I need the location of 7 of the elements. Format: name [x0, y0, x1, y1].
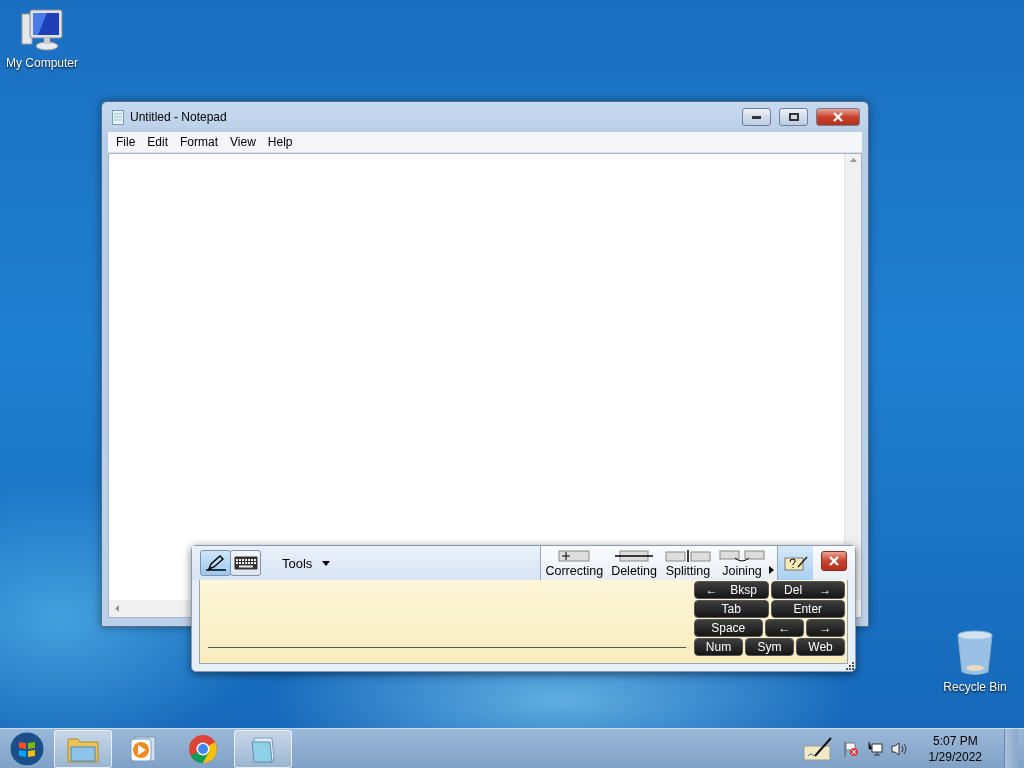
window-title: Untitled - Notepad: [130, 110, 228, 124]
clock-time: 5:07 PM: [932, 733, 978, 749]
gesture-label: Correcting: [545, 564, 604, 578]
gesture-label: Joining: [722, 564, 762, 578]
gesture-label: Splitting: [665, 564, 711, 578]
clock-date: 1/29/2022: [928, 749, 982, 765]
gesture-label: Deleting: [611, 564, 657, 578]
